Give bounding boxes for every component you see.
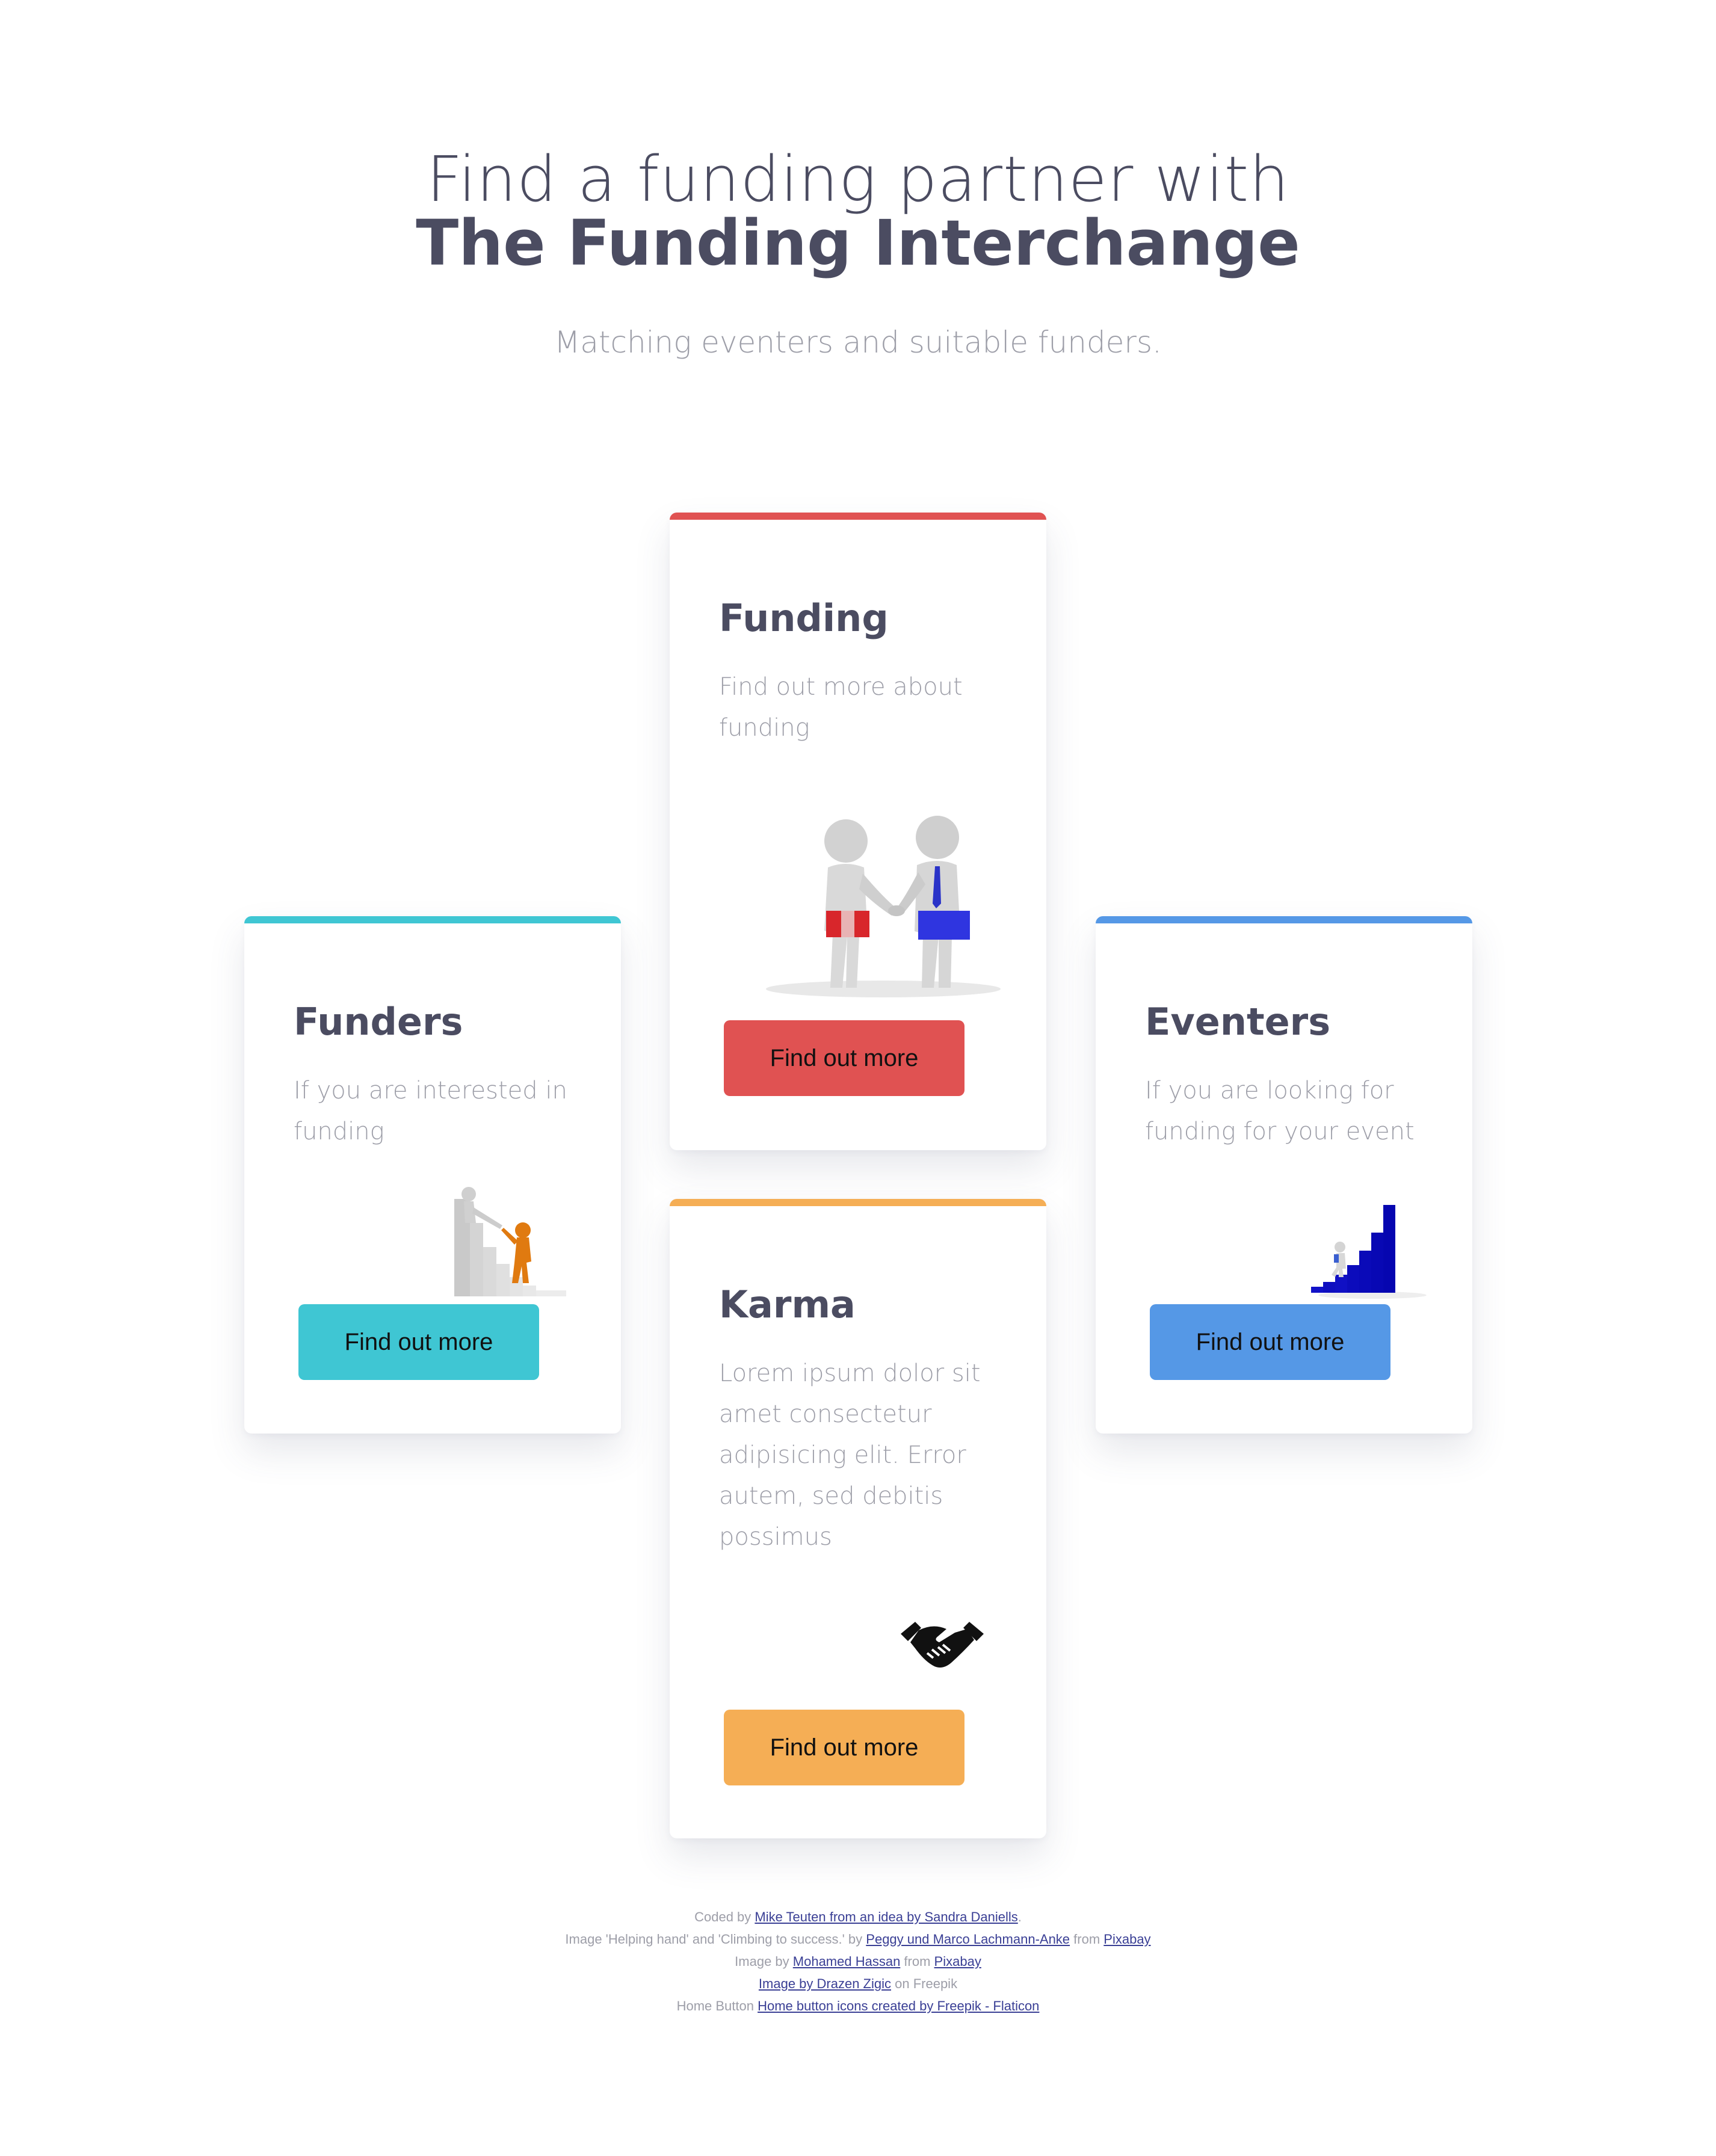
helping-hand-illustration (452, 1187, 578, 1301)
credits-footer: Coded by Mike Teuten from an idea by San… (0, 1906, 1716, 2017)
credit-line-zigic: Image by Drazen Zigic on Freepik (0, 1973, 1716, 1995)
credit-link-pixabay[interactable]: Pixabay (1103, 1932, 1150, 1947)
card-text: If you are looking for funding for your … (1145, 1077, 1415, 1145)
funders-find-out-more-button[interactable]: Find out more (298, 1304, 539, 1380)
handshake-icon (897, 1611, 987, 1677)
credit-line-hassan: Image by Mohamed Hassan from Pixabay (0, 1950, 1716, 1973)
credit-text: from (1070, 1932, 1104, 1947)
card-funders: Funders If you are interested in funding… (244, 916, 621, 1434)
credit-line-coded-by: Coded by Mike Teuten from an idea by San… (0, 1906, 1716, 1928)
card-karma: Karma Lorem ipsum dolor sit amet consect… (670, 1199, 1046, 1838)
card-text: Find out more about funding (719, 673, 963, 742)
climbing-to-success-illustration (1306, 1187, 1427, 1301)
karma-find-out-more-button[interactable]: Find out more (724, 1710, 964, 1785)
eventers-find-out-more-button[interactable]: Find out more (1150, 1304, 1390, 1380)
credit-link-zigic[interactable]: Image by Drazen Zigic (759, 1976, 891, 1991)
credit-line-images-lachmann: Image 'Helping hand' and 'Climbing to su… (0, 1928, 1716, 1950)
card-accent-bar (670, 513, 1046, 520)
handshake-people-illustration (757, 807, 1010, 1000)
card-accent-bar (244, 916, 621, 923)
card-title: Funding (719, 596, 889, 640)
credit-link-author[interactable]: Mike Teuten from an idea by Sandra Danie… (755, 1909, 1017, 1924)
credit-link-pixabay-2[interactable]: Pixabay (934, 1954, 981, 1969)
credit-link-flaticon[interactable]: Home button icons created by Freepik - F… (758, 1998, 1039, 2013)
card-title: Eventers (1145, 1000, 1331, 1044)
card-funding: Funding Find out more about funding Find… (670, 513, 1046, 1150)
credit-text: Coded by (694, 1909, 755, 1924)
credit-link-lachmann[interactable]: Peggy und Marco Lachmann-Anke (866, 1932, 1070, 1947)
card-title: Funders (294, 1000, 463, 1044)
card-eventers: Eventers If you are looking for funding … (1096, 916, 1472, 1434)
credit-link-hassan[interactable]: Mohamed Hassan (793, 1954, 901, 1969)
credit-text: Image by (735, 1954, 793, 1969)
credit-text: Home Button (676, 1998, 758, 2013)
credit-line-home-button: Home Button Home button icons created by… (0, 1995, 1716, 2017)
card-accent-bar (1096, 916, 1472, 923)
credit-text: . (1017, 1909, 1022, 1924)
credit-text: Image 'Helping hand' and 'Climbing to su… (565, 1932, 866, 1947)
page-subtitle: Matching eventers and suitable funders. (554, 325, 1162, 360)
card-accent-bar (670, 1199, 1046, 1206)
credit-text: from (900, 1954, 934, 1969)
card-text: If you are interested in funding (294, 1077, 567, 1145)
card-title: Karma (719, 1283, 856, 1326)
card-text: Lorem ipsum dolor sit amet consectetur a… (719, 1360, 981, 1551)
page-title-bold: The Funding Interchange (416, 206, 1300, 280)
funding-find-out-more-button[interactable]: Find out more (724, 1020, 964, 1096)
credit-text: on Freepik (891, 1976, 958, 1991)
